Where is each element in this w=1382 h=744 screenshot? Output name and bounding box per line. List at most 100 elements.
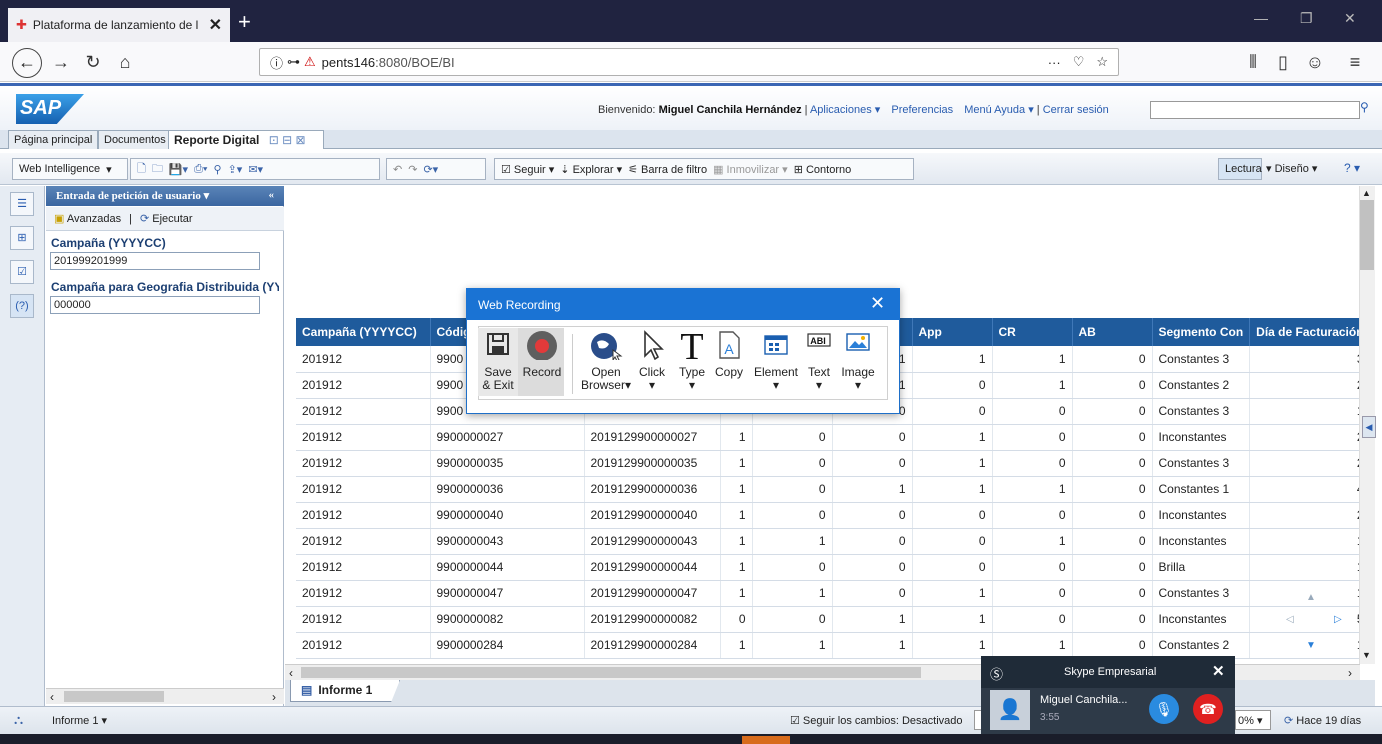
menu-ayuda[interactable]: Menú Ayuda ▾ <box>964 104 1034 116</box>
col-header[interactable]: App <box>912 318 993 346</box>
ejecutar-button[interactable]: ⟳ Ejecutar <box>140 212 193 225</box>
page-down-icon[interactable]: ▼ <box>1306 640 1316 651</box>
table-row[interactable]: 201912 9900000043 2019129900000043 1 1 0 0 1 0 In… <box>296 528 1371 555</box>
close-tab-icon[interactable]: ✕ <box>209 15 222 35</box>
forward-icon[interactable]: → <box>48 50 74 76</box>
contorno-button[interactable]: ⊞ Contorno <box>794 163 852 176</box>
sidebar-icon[interactable]: ▯ <box>1270 50 1296 76</box>
pocket-icon[interactable]: ♡ <box>1073 54 1085 70</box>
taskbar-app[interactable] <box>742 736 790 744</box>
param-campana-input[interactable]: 201999201999 <box>50 252 260 270</box>
col-header[interactable]: AB <box>1072 318 1153 346</box>
report-tab-informe1[interactable]: ▤ Informe 1 <box>290 680 400 702</box>
structure-icon[interactable]: ⛬ <box>14 712 23 728</box>
avanzadas-button[interactable]: ▣ Avanzadas <box>54 212 121 225</box>
table-row[interactable]: 201912 9900000082 2019129900000082 0 0 1 1 0 0 In… <box>296 606 1371 633</box>
image-button[interactable]: Image ▾ <box>840 328 876 392</box>
close-icon[interactable]: ✕ <box>1212 662 1225 680</box>
open-folder-icon[interactable]: 🗀 <box>152 160 163 179</box>
logout-link[interactable]: Cerrar sesión <box>1043 104 1109 116</box>
scroll-up-icon[interactable]: ▲ <box>1362 188 1371 198</box>
page-actions-icon[interactable]: ··· <box>1048 55 1061 70</box>
prompt-panel-hscroll[interactable]: ‹ › <box>46 688 284 704</box>
help-icon[interactable]: ? ▾ <box>1344 161 1360 175</box>
export-icon[interactable]: ⇪▾ <box>228 163 243 176</box>
tab-pagina-principal[interactable]: Página principal <box>8 130 99 149</box>
microphone-icon[interactable]: 🎙 <box>1149 694 1179 724</box>
type-button[interactable]: T Type ▾ <box>676 328 708 392</box>
hang-up-icon[interactable]: ☎ <box>1193 694 1223 724</box>
undo-redo-tools[interactable]: ↶ ↷ ⟳▾ <box>386 158 486 180</box>
table-row[interactable]: 201912 9900000040 2019129900000040 1 0 0 0 0 0 In… <box>296 502 1371 529</box>
search-icon[interactable]: ⚲ <box>1360 100 1369 114</box>
vscroll-thumb[interactable] <box>1360 200 1374 270</box>
window-close-icon[interactable]: ✕ <box>1344 10 1356 27</box>
new-doc-icon[interactable]: 🗋 <box>137 160 146 179</box>
document-summary-icon[interactable]: ☰ <box>10 192 34 216</box>
new-tab-icon[interactable]: + <box>238 9 251 35</box>
mail-icon[interactable]: ✉▾ <box>248 163 263 176</box>
save-exit-button[interactable]: Save & Exit <box>480 328 516 392</box>
inmovilizar-button[interactable]: ▦ Inmovilizar ▾ <box>713 163 788 176</box>
menu-aplicaciones[interactable]: Aplicaciones ▾ <box>810 104 880 116</box>
col-header[interactable]: Campaña (YYYYCC) <box>296 318 431 346</box>
menu-icon[interactable]: ≡ <box>1342 50 1368 76</box>
minimize-icon[interactable]: — <box>1254 10 1268 26</box>
reload-icon[interactable]: ↻ <box>80 50 106 76</box>
close-icon[interactable]: ✕ <box>870 293 885 314</box>
back-icon[interactable]: ← <box>12 48 42 78</box>
click-button[interactable]: Click ▾ <box>636 328 668 392</box>
page-up-icon[interactable]: ▲ <box>1306 592 1316 603</box>
table-row[interactable]: 201912 9900000047 2019129900000047 1 1 0 1 0 0 Co… <box>296 580 1371 607</box>
text-button[interactable]: ABI Text ▾ <box>804 328 834 392</box>
home-icon[interactable]: ⌂ <box>112 50 138 76</box>
report-selector[interactable]: Informe 1 ▾ <box>52 714 107 727</box>
info-icon[interactable]: ⓘ <box>270 53 283 72</box>
col-header[interactable]: CR <box>992 318 1073 346</box>
undo-icon[interactable]: ↶ <box>393 163 402 176</box>
open-browser-button[interactable]: Open Browser▾ <box>580 328 632 392</box>
browser-tab[interactable]: ✚ Plataforma de lanzamiento de l ✕ <box>8 8 230 42</box>
restore-icon[interactable]: ❐ <box>1300 10 1313 27</box>
tab-reporte-digital[interactable]: Reporte Digital ⊡ ⊟ ⊠ <box>168 130 324 149</box>
table-row[interactable]: 201912 9900000027 2019129900000027 1 0 0 1 0 0 In… <box>296 424 1371 451</box>
sap-search-input[interactable] <box>1150 101 1360 119</box>
file-tools[interactable]: 🗋 🗀 💾▾ ⎙▾ ⚲ ⇪▾ ✉▾ <box>130 158 380 180</box>
hscroll-right-icon[interactable]: › <box>1348 666 1352 680</box>
table-row[interactable]: 201912 9900000044 2019129900000044 1 0 0 0 0 0 Br… <box>296 554 1371 581</box>
param-geografia-input[interactable]: 000000 <box>50 296 260 314</box>
hscroll-left-icon[interactable]: ‹ <box>289 666 293 680</box>
save-icon[interactable]: 💾▾ <box>169 163 188 176</box>
table-row[interactable]: 201912 9900000036 2019129900000036 1 0 1 1 1 0 Co… <box>296 476 1371 503</box>
input-controls-icon[interactable]: ☑ <box>10 260 34 284</box>
print-icon[interactable]: ⎙▾ <box>194 163 207 176</box>
table-row[interactable]: 201912 9900000035 2019129900000035 1 0 0 1 0 0 Co… <box>296 450 1371 477</box>
redo-icon[interactable]: ↷ <box>408 163 417 176</box>
element-button[interactable]: Element ▾ <box>752 328 800 392</box>
navigation-map-icon[interactable]: ⊞ <box>10 226 34 250</box>
diseno-menu[interactable]: ▾ Diseño ▾ <box>1266 162 1317 175</box>
tab-pin-icon[interactable]: ⊡ ⊟ ⊠ <box>269 133 306 147</box>
refresh-icon[interactable]: ⟳▾ <box>423 163 438 176</box>
scroll-thumb[interactable] <box>64 691 164 702</box>
hscroll-thumb[interactable] <box>301 667 921 678</box>
track-changes-status[interactable]: ☑ Seguir los cambios: Desactivado <box>790 714 963 727</box>
bookmark-star-icon[interactable]: ☆ <box>1096 54 1108 70</box>
find-icon[interactable]: ⚲ <box>214 163 222 176</box>
col-header[interactable]: Día de Facturación <box>1249 318 1371 346</box>
menu-preferencias[interactable]: Preferencias <box>891 104 953 116</box>
library-icon[interactable]: ⫴ <box>1240 50 1266 76</box>
scroll-down-icon[interactable]: ▼ <box>1362 650 1371 660</box>
record-button[interactable]: Record <box>520 328 564 379</box>
collapse-panel-icon[interactable]: « <box>269 189 275 201</box>
filter-bar-button[interactable]: ⚟ Barra de filtro <box>628 163 707 176</box>
scroll-right-icon[interactable]: › <box>272 690 276 704</box>
explorar-button[interactable]: ⇣ Explorar ▾ <box>560 163 622 176</box>
prompts-icon[interactable]: (?) <box>10 294 34 318</box>
page-left-icon[interactable]: ◁ <box>1286 614 1294 625</box>
zoom-select[interactable]: 0% ▾ <box>1235 710 1271 730</box>
seguir-button[interactable]: ☑ Seguir ▾ <box>501 163 554 176</box>
table-row[interactable]: 201912 9900000284 2019129900000284 1 1 1 1 1 0 Co… <box>296 632 1371 659</box>
copy-button[interactable]: A Copy <box>712 328 746 379</box>
scroll-left-icon[interactable]: ‹ <box>50 690 54 704</box>
